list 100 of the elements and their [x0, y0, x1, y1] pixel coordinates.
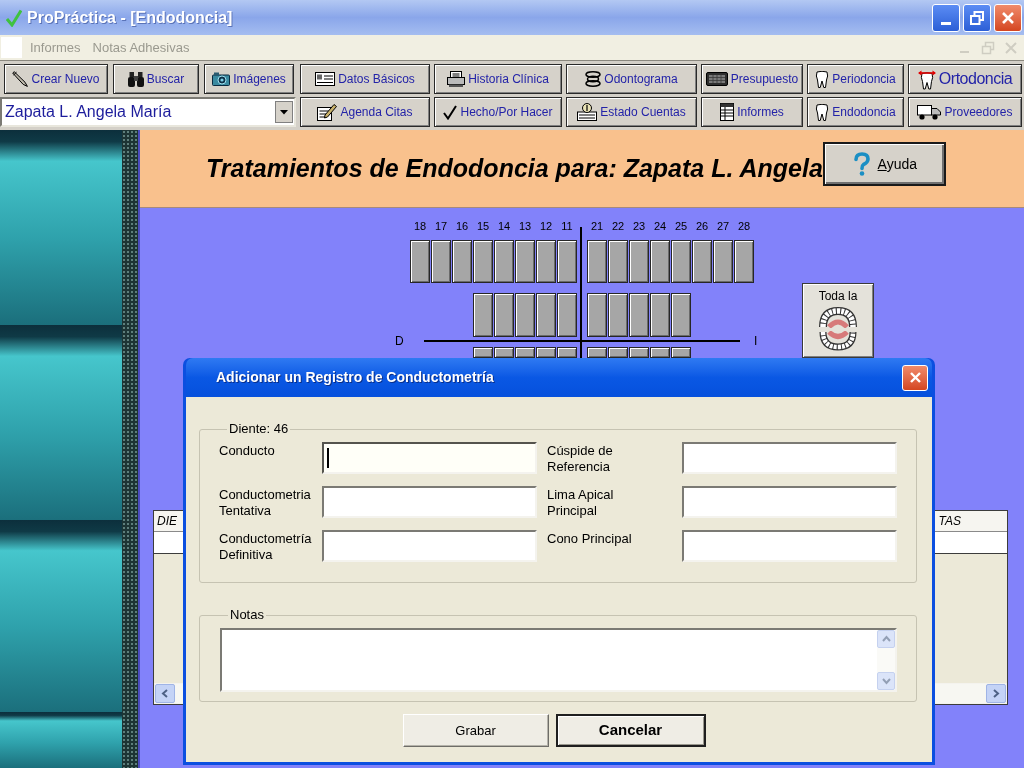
- restore-button[interactable]: [963, 3, 991, 32]
- toolbar-button[interactable]: Endodoncia: [807, 97, 904, 127]
- toolbar-button[interactable]: Historia Clínica: [434, 64, 562, 94]
- input-field[interactable]: [322, 530, 537, 562]
- tooth-button[interactable]: [650, 293, 670, 337]
- tooth-button[interactable]: [515, 293, 535, 337]
- tooth-button[interactable]: [734, 240, 754, 283]
- input-field[interactable]: [322, 442, 537, 474]
- tooth-button[interactable]: [473, 347, 493, 358]
- toolbar-button[interactable]: Buscar: [113, 64, 199, 94]
- minimize-button[interactable]: [932, 3, 960, 32]
- close-icon: [1001, 10, 1015, 25]
- tooth-number: 24: [652, 219, 668, 233]
- tooth-button[interactable]: [515, 347, 535, 358]
- tooth-button[interactable]: [515, 240, 535, 283]
- chevron-down-icon: [881, 676, 891, 686]
- tooth-button[interactable]: [494, 240, 514, 283]
- tooth-button[interactable]: [557, 293, 577, 337]
- toolbar-button[interactable]: Imágenes: [204, 64, 294, 94]
- calculator-icon: [705, 72, 728, 86]
- tooth-button[interactable]: [629, 347, 649, 358]
- tooth-button[interactable]: [587, 347, 607, 358]
- field-label: Lima Apical Principal: [546, 486, 615, 519]
- column-header[interactable]: DIE: [154, 512, 177, 530]
- tooth-button[interactable]: [650, 347, 670, 358]
- tooth-button[interactable]: [431, 240, 451, 283]
- tooth-number: 12: [538, 219, 554, 233]
- window-title: ProPráctica - [Endodoncia]: [27, 7, 233, 28]
- input-field[interactable]: [682, 530, 897, 562]
- toolbar-button[interactable]: Proveedores: [908, 97, 1022, 127]
- scroll-right-button[interactable]: [986, 684, 1006, 703]
- tooth-button[interactable]: [536, 293, 556, 337]
- toolbar-button[interactable]: Hecho/Por Hacer: [434, 97, 562, 127]
- tooth-button[interactable]: [494, 293, 514, 337]
- toolbar-button[interactable]: Ortodoncia: [908, 64, 1022, 94]
- patient-dropdown[interactable]: Zapata L. Angela María: [0, 97, 296, 127]
- toolbar-button[interactable]: Periodoncia: [807, 64, 904, 94]
- tooth-button[interactable]: [473, 293, 493, 337]
- help-button[interactable]: Ayuda: [822, 142, 946, 186]
- restore-icon: [970, 10, 984, 25]
- toolbar-button[interactable]: Presupuesto: [701, 64, 803, 94]
- toolbar-button[interactable]: Datos Básicos: [300, 64, 430, 94]
- dialog-title: Adicionar un Registro de Conductometría: [216, 368, 494, 387]
- chevron-right-icon: [991, 689, 1001, 698]
- toolbar-button[interactable]: Estado Cuentas: [566, 97, 697, 127]
- field-label: Cúspide de Referencia: [546, 442, 614, 475]
- upper-teeth-icon: [818, 306, 858, 328]
- tooth-number: 11: [560, 219, 574, 233]
- tooth-button[interactable]: [671, 240, 691, 283]
- scroll-left-button[interactable]: [155, 684, 175, 703]
- tooth-button[interactable]: [410, 240, 430, 283]
- money-icon: [577, 103, 598, 121]
- spreadsheet-icon: [720, 103, 735, 121]
- tooth-button[interactable]: [494, 347, 514, 358]
- tooth-button[interactable]: [650, 240, 670, 283]
- full-mouth-button[interactable]: Toda la: [802, 283, 874, 358]
- tooth-button[interactable]: [473, 240, 493, 283]
- field-label: Cono Principal: [546, 530, 633, 548]
- tooth-number: 21: [589, 219, 605, 233]
- toolbar-button[interactable]: Agenda Citas: [300, 97, 430, 127]
- tooth-button[interactable]: [536, 347, 556, 358]
- close-button[interactable]: [994, 3, 1022, 32]
- tooth-button[interactable]: [692, 240, 712, 283]
- tooth-button[interactable]: [536, 240, 556, 283]
- dialog-button[interactable]: Grabar: [402, 714, 549, 747]
- toolbar-button[interactable]: Odontograma: [566, 64, 697, 94]
- tooth-button[interactable]: [608, 240, 628, 283]
- group-label: Notas: [229, 607, 265, 623]
- tooth-button[interactable]: [671, 347, 691, 358]
- tooth-button[interactable]: [587, 293, 607, 337]
- printer-icon: [447, 71, 466, 87]
- tooth-button[interactable]: [557, 347, 577, 358]
- tooth-number: 15: [475, 219, 491, 233]
- column-header[interactable]: TAS: [938, 512, 1007, 530]
- tooth-button[interactable]: [629, 293, 649, 337]
- tooth-icon: [815, 70, 830, 88]
- tooth-button[interactable]: [671, 293, 691, 337]
- close-icon: [908, 371, 922, 384]
- side-label: D: [395, 335, 404, 347]
- tooth-button[interactable]: [608, 293, 628, 337]
- tooth-arrows-icon: [917, 68, 936, 90]
- tooth-button[interactable]: [557, 240, 577, 283]
- toolbar-button[interactable]: Crear Nuevo: [4, 64, 108, 94]
- chevron-up-icon: [881, 634, 891, 644]
- tooth-button[interactable]: [608, 347, 628, 358]
- close-button[interactable]: [902, 364, 928, 391]
- tooth-number: 13: [517, 219, 533, 233]
- input-field[interactable]: [322, 486, 537, 518]
- tooth-button[interactable]: [587, 240, 607, 283]
- toolbar-button[interactable]: Informes: [701, 97, 803, 127]
- tooth-number: 14: [496, 219, 512, 233]
- tooth-number: 16: [454, 219, 470, 233]
- input-field[interactable]: [682, 442, 897, 474]
- tooth-button[interactable]: [629, 240, 649, 283]
- dialog-button[interactable]: Cancelar: [555, 714, 706, 747]
- tooth-number: 27: [715, 219, 731, 233]
- tooth-button[interactable]: [713, 240, 733, 283]
- input-field[interactable]: [682, 486, 897, 518]
- tooth-icon: [815, 103, 830, 121]
- tooth-button[interactable]: [452, 240, 472, 283]
